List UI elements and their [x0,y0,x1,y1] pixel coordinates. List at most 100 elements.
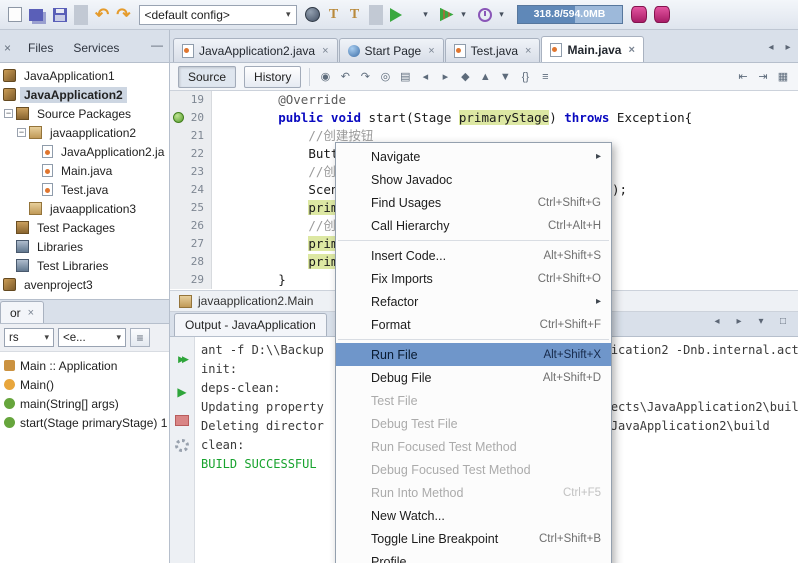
project-tree-item-test-libraries[interactable]: Test Libraries [0,256,169,275]
scroll-output-left-icon[interactable]: ◂ [710,311,724,331]
line-number[interactable]: 26 [170,217,212,235]
line-number[interactable]: 24 [170,181,212,199]
menu-item-format[interactable]: Format Ctrl+Shift+F [336,313,611,336]
line-number[interactable]: 28 [170,253,212,271]
next-error-icon[interactable]: ▼ [498,67,512,87]
line-number[interactable]: 19 [170,91,212,109]
last-edit-icon[interactable]: ◉ [318,67,332,87]
run-dropdown-icon[interactable]: ▾ [419,5,433,25]
menu-item-show-javadoc[interactable]: Show Javadoc [336,168,611,191]
line-number[interactable]: 25 [170,199,212,217]
navigator-filter-select[interactable]: <e... ▾ [58,328,126,347]
menu-item-debug-file[interactable]: Debug File Alt+Shift+D [336,366,611,389]
save-all-icon[interactable] [29,8,43,21]
editor-tab-main-java[interactable]: Main.java × [541,36,644,62]
close-tab-icon[interactable]: × [28,307,34,319]
menu-item-new-watch[interactable]: New Watch... [336,504,611,527]
close-tab-icon[interactable]: × [428,45,434,57]
line-number[interactable]: 29 [170,271,212,289]
debug-project-icon[interactable] [439,7,454,22]
expand-handle-icon[interactable]: − [4,109,13,118]
comment-icon[interactable]: {} [518,67,532,87]
toggle-bookmark-icon[interactable]: ◆ [458,67,472,87]
line-number[interactable]: 23 [170,163,212,181]
scroll-tabs-right-icon[interactable]: ▸ [781,37,795,57]
rerun-icon[interactable]: ▶ [175,382,189,402]
scroll-output-right-icon[interactable]: ▸ [732,311,746,331]
close-tab-icon[interactable]: × [322,45,328,57]
project-tree-item-source-packages[interactable]: − Source Packages [0,104,169,123]
forward-icon[interactable]: ↷ [358,67,372,87]
history-view-button[interactable]: History [244,65,302,88]
menu-item-insert-code[interactable]: Insert Code... Alt+Shift+S [336,244,611,267]
config-selector[interactable]: <default config> ▾ [138,4,297,25]
apply-code-changes-icon[interactable] [630,6,647,23]
editor-tab-test-java[interactable]: Test.java × [444,38,541,62]
editor-tab-javaapplication2-java[interactable]: JavaApplication2.java × [173,38,338,62]
memory-indicator[interactable]: 318.8/594.0MB [516,5,623,24]
scroll-tabs-left-icon[interactable]: ◂ [764,37,778,57]
code-folding-icon[interactable]: ▦ [776,67,790,87]
project-tree-item-javaapplication2[interactable]: JavaApplication2 [0,85,169,104]
back-icon[interactable]: ↶ [338,67,352,87]
close-panel-icon[interactable]: × [4,41,11,55]
editor-tab-start-page[interactable]: Start Page × [338,38,444,62]
save-icon[interactable] [53,7,67,22]
shift-line-left-icon[interactable]: ⇤ [736,67,750,87]
maximize-window-icon[interactable]: □ [776,311,790,331]
tab-output[interactable]: Output - JavaApplication [174,313,327,336]
new-file-icon[interactable] [8,7,22,22]
prev-bookmark-icon[interactable]: ◂ [418,67,432,87]
stop-build-icon[interactable] [175,415,189,426]
menu-item-refactor[interactable]: Refactor ▸ [336,290,611,313]
line-number[interactable]: 27 [170,235,212,253]
debug-dropdown-icon[interactable]: ▾ [457,5,471,25]
line-number[interactable]: 22 [170,145,212,163]
source-view-button[interactable]: Source [178,65,237,88]
project-tree-item-javaapplication3[interactable]: javaapplication3 [0,199,169,218]
uncomment-icon[interactable]: ≡ [538,67,552,87]
project-tree-item-avenproject3[interactable]: avenproject3 [0,275,169,294]
minimize-panel-icon[interactable]: — [151,38,163,52]
navigator-sort-icon[interactable]: ≡ [130,328,150,347]
menu-item-fix-imports[interactable]: Fix Imports Ctrl+Shift+O [336,267,611,290]
next-bookmark-icon[interactable]: ▸ [438,67,452,87]
output-window-list-icon[interactable]: ▾ [754,311,768,331]
line-number[interactable]: 20 [170,109,212,127]
web-browser-icon[interactable] [304,7,320,22]
navigator-view-select[interactable]: rs ▾ [4,328,54,347]
project-tree-item-javaapplication2-ja[interactable]: JavaApplication2.ja [0,142,169,161]
line-number[interactable]: 21 [170,127,212,145]
project-tree-item-main-java[interactable]: Main.java [0,161,169,180]
shift-line-right-icon[interactable]: ⇥ [756,67,770,87]
close-tab-icon[interactable]: × [628,44,634,56]
redo-icon[interactable]: ↷ [116,5,130,25]
find-selection-icon[interactable]: ◎ [378,67,392,87]
undo-icon[interactable]: ↶ [95,5,109,25]
hot-deploy-icon[interactable] [653,6,670,23]
navigator-item-start-stage-primarystage-1[interactable]: start(Stage primaryStage) 1 [0,413,169,432]
navigator-item-main[interactable]: Main() [0,375,169,394]
rerun-build-icon[interactable]: ▶▶ [175,349,189,369]
project-tree-item-test-packages[interactable]: Test Packages [0,218,169,237]
tab-navigator[interactable]: or × [0,301,45,323]
run-project-icon[interactable] [389,7,416,22]
project-tree-item-javaapplication2[interactable]: − javaapplication2 [0,123,169,142]
menu-item-find-usages[interactable]: Find Usages Ctrl+Shift+G [336,191,611,214]
clean-build-project-icon[interactable]: T [348,5,362,25]
prev-error-icon[interactable]: ▲ [478,67,492,87]
navigator-item-main-application[interactable]: Main :: Application [0,356,169,375]
project-tree-item-test-java[interactable]: Test.java [0,180,169,199]
tab-files[interactable]: Files [19,39,62,57]
profile-project-icon[interactable] [477,7,492,22]
expand-handle-icon[interactable]: − [17,128,26,137]
project-tree-item-javaapplication1[interactable]: JavaApplication1 [0,66,169,85]
menu-item-run-file[interactable]: Run File Alt+Shift+X [336,343,611,366]
tab-services[interactable]: Services [64,39,128,57]
build-project-icon[interactable]: T [327,5,341,25]
menu-item-call-hierarchy[interactable]: Call Hierarchy Ctrl+Alt+H [336,214,611,237]
navigator-item-main-string-args[interactable]: main(String[] args) [0,394,169,413]
close-tab-icon[interactable]: × [525,45,531,57]
menu-item-navigate[interactable]: Navigate ▸ [336,145,611,168]
build-settings-icon[interactable] [175,439,189,452]
